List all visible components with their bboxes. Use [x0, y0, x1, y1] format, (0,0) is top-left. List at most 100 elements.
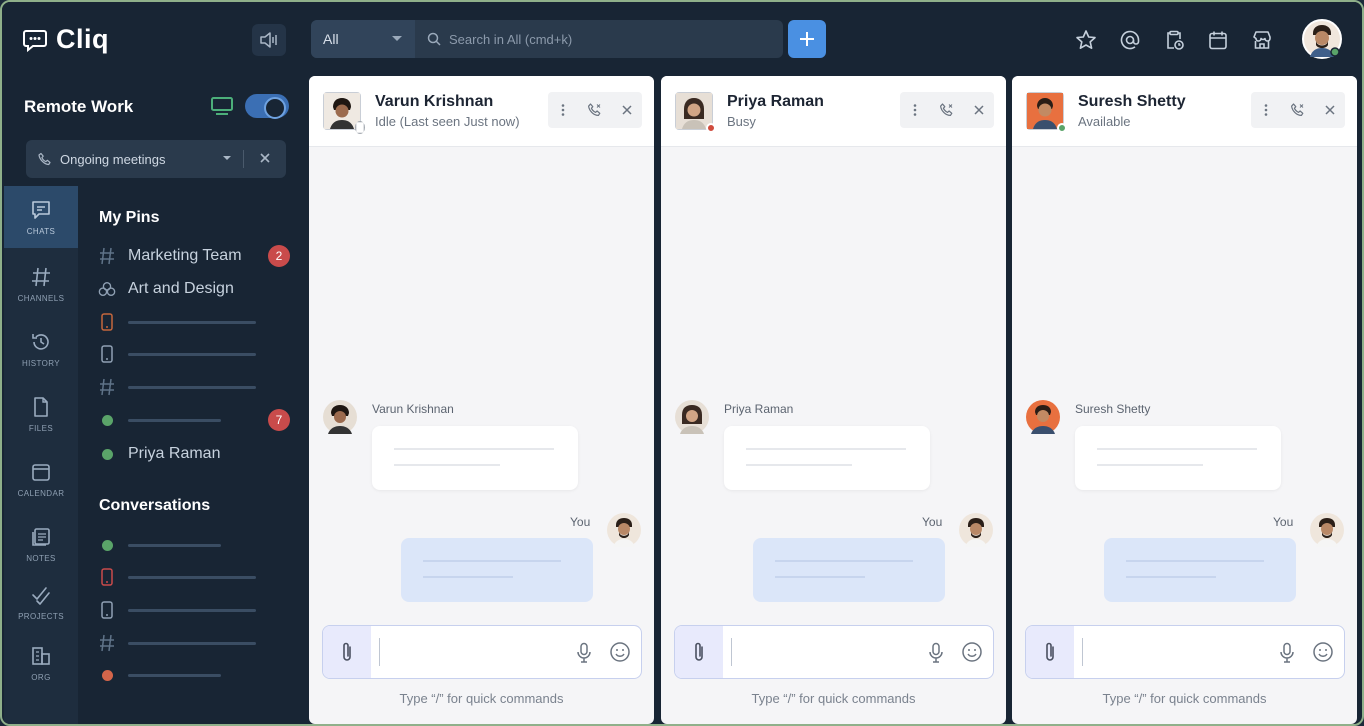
microphone-icon[interactable]	[1279, 642, 1295, 664]
pin-item[interactable]	[98, 308, 298, 336]
outgoing-message[interactable]	[753, 538, 945, 602]
rail-item-history[interactable]: HISTORY	[4, 318, 78, 380]
you-label: You	[922, 515, 943, 529]
history-icon	[32, 333, 49, 350]
contact-avatar[interactable]	[323, 92, 365, 134]
sender-avatar[interactable]	[323, 400, 357, 434]
emoji-icon[interactable]	[609, 641, 631, 663]
emoji-icon[interactable]	[961, 641, 983, 663]
rail-item-notes[interactable]: NOTES	[4, 513, 78, 575]
rail-item-channels[interactable]: CHANNELS	[4, 253, 78, 315]
you-label: You	[1273, 515, 1294, 529]
microphone-icon[interactable]	[576, 642, 592, 664]
rail-label: FILES	[28, 423, 54, 433]
attach-button[interactable]	[1026, 626, 1074, 678]
workspace-title[interactable]: Remote Work	[24, 97, 133, 117]
new-chat-button[interactable]	[788, 20, 826, 58]
user-avatar-icon	[323, 400, 357, 434]
reminders-button[interactable]	[1158, 24, 1190, 56]
workspace-toggle[interactable]	[245, 94, 289, 119]
chat-icon	[32, 200, 50, 219]
sender-avatar[interactable]	[675, 400, 709, 434]
rail-label: NOTES	[26, 553, 56, 563]
chat-actions	[900, 92, 994, 128]
close-icon[interactable]	[1323, 103, 1337, 117]
conversation-item[interactable]	[98, 563, 298, 591]
contact-avatar[interactable]	[675, 92, 716, 133]
hash-icon	[98, 378, 116, 396]
mentions-button[interactable]	[1114, 24, 1146, 56]
conversation-item[interactable]	[98, 596, 298, 624]
online-dot	[101, 539, 113, 551]
message-input[interactable]	[379, 638, 564, 666]
emoji-icon[interactable]	[1312, 641, 1334, 663]
pin-item[interactable]	[98, 340, 298, 368]
incoming-message[interactable]	[372, 426, 578, 490]
incoming-message[interactable]	[724, 426, 930, 490]
mobile-icon	[98, 345, 116, 363]
conversation-item[interactable]	[98, 629, 298, 657]
sender-avatar[interactable]	[1026, 400, 1060, 434]
message-input[interactable]	[731, 638, 916, 666]
close-icon[interactable]	[258, 151, 272, 165]
monitor-icon[interactable]	[210, 96, 234, 121]
pin-item-art-and-design[interactable]: Art and Design	[98, 275, 298, 303]
more-vertical-icon[interactable]	[908, 103, 922, 117]
calendar-button[interactable]	[1202, 24, 1234, 56]
online-status-dot	[1057, 123, 1067, 133]
message-input[interactable]	[1082, 638, 1267, 666]
incoming-message[interactable]	[1075, 426, 1281, 490]
placeholder-line	[128, 641, 256, 645]
close-icon[interactable]	[620, 103, 634, 117]
my-avatar	[959, 513, 993, 547]
ongoing-meetings-dropdown[interactable]: Ongoing meetings	[26, 140, 286, 178]
user-avatar-icon	[607, 513, 641, 547]
rail-item-chats[interactable]: CHATS	[4, 186, 78, 248]
placeholder-line	[128, 385, 256, 389]
outgoing-message[interactable]	[401, 538, 593, 602]
rail-item-org[interactable]: ORG	[4, 632, 78, 694]
conversation-item[interactable]	[98, 661, 298, 689]
rail-label: CHATS	[26, 226, 56, 236]
chat-window-suresh: Suresh Shetty Available Suresh Shetty Yo…	[1012, 76, 1357, 724]
microphone-icon[interactable]	[928, 642, 944, 664]
placeholder-line	[128, 673, 221, 677]
paperclip-icon	[695, 642, 703, 661]
marketplace-button[interactable]	[1246, 24, 1278, 56]
paperclip-icon	[1046, 642, 1054, 661]
close-icon[interactable]	[972, 103, 986, 117]
pin-label: Marketing Team	[128, 247, 242, 264]
contact-avatar[interactable]	[1026, 92, 1067, 133]
calendar-icon	[1209, 31, 1227, 50]
more-vertical-icon[interactable]	[1259, 103, 1273, 117]
conversation-item[interactable]	[98, 531, 298, 559]
speaker-button[interactable]	[252, 24, 286, 56]
org-icon	[32, 646, 50, 665]
more-vertical-icon[interactable]	[556, 103, 570, 117]
attach-button[interactable]	[323, 626, 371, 678]
placeholder-line	[128, 543, 221, 547]
chat-window-varun: Varun Krishnan Idle (Last seen Just now)…	[309, 76, 654, 724]
you-label: You	[570, 515, 591, 529]
search-input[interactable]	[449, 31, 769, 47]
pin-item[interactable]	[98, 373, 298, 401]
call-icon[interactable]	[587, 102, 603, 118]
outgoing-message[interactable]	[1104, 538, 1296, 602]
call-icon[interactable]	[939, 102, 955, 118]
sender-name: Priya Raman	[724, 402, 794, 416]
plus-icon	[800, 32, 814, 46]
online-dot	[101, 448, 113, 460]
notes-icon	[32, 527, 50, 546]
call-icon[interactable]	[1290, 102, 1306, 118]
quick-commands-hint: Type “/” for quick commands	[399, 691, 564, 706]
starred-button[interactable]	[1070, 24, 1102, 56]
rail-item-calendar[interactable]: CALENDAR	[4, 448, 78, 510]
attach-button[interactable]	[675, 626, 723, 678]
pin-item-priya-raman[interactable]: Priya Raman	[98, 440, 298, 468]
rail-item-projects[interactable]: PROJECTS	[4, 571, 78, 633]
search-scope-dropdown[interactable]: All	[311, 20, 415, 58]
placeholder-line	[128, 608, 256, 612]
rail-item-files[interactable]: FILES	[4, 383, 78, 445]
profile-avatar[interactable]	[1302, 19, 1342, 59]
chat-actions	[548, 92, 642, 128]
